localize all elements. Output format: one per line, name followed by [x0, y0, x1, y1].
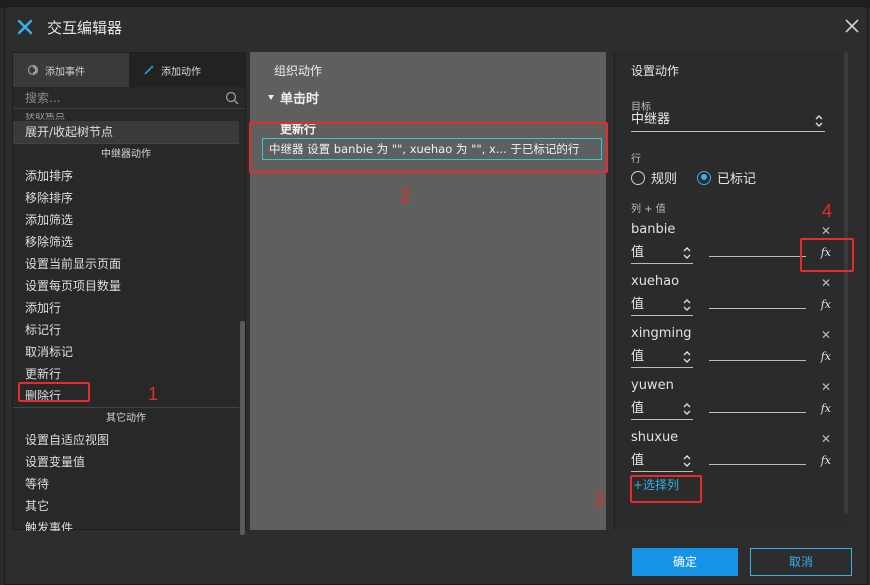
remove-column-icon[interactable]: ✕	[821, 276, 831, 290]
action-list: 获取焦点 展开/收起树节点 中继器动作 添加排序 移除排序 添加筛选 移除筛选 …	[13, 113, 239, 531]
list-item-get-focus[interactable]: 获取焦点	[13, 113, 239, 121]
chevron-updown-icon	[683, 247, 691, 259]
title-bar: 交互编辑器	[5, 7, 867, 47]
remove-column-icon[interactable]: ✕	[821, 380, 831, 394]
column-name: banbie	[631, 222, 676, 237]
annotation-number-1: 1	[148, 384, 159, 404]
value-type-label: 值	[631, 401, 645, 416]
list-item-set-variable-value[interactable]: 设置变量值	[13, 451, 239, 473]
list-item-expand-collapse-tree[interactable]: 展开/收起树节点	[13, 121, 239, 143]
fx-function-icon[interactable]: fx	[821, 454, 831, 467]
annotation-number-2: 2	[400, 186, 411, 206]
list-item-add-sort[interactable]: 添加排序	[13, 165, 239, 187]
organize-actions-header: 组织动作	[274, 64, 323, 78]
remove-column-icon[interactable]: ✕	[821, 432, 831, 446]
search-bar	[13, 87, 245, 109]
right-scrollbar[interactable]	[844, 52, 848, 514]
case-on-click[interactable]: 单击时	[268, 88, 319, 107]
radio-marked-label: 已标记	[717, 172, 757, 187]
close-icon[interactable]	[843, 17, 861, 35]
library-tabs: 添加事件 添加动作	[13, 53, 245, 87]
value-input[interactable]	[709, 308, 806, 309]
radio-rule-label: 规则	[651, 172, 678, 187]
row-label: 行	[631, 154, 641, 165]
list-item-add-rows[interactable]: 添加行	[13, 297, 239, 319]
column-row-yuwen: yuwen ✕ 值 fx	[631, 378, 831, 430]
column-name: xingming	[631, 326, 692, 341]
fx-function-icon[interactable]: fx	[821, 402, 831, 415]
value-type-label: 值	[631, 453, 645, 468]
section-repeater-actions: 中继器动作	[13, 143, 239, 165]
search-input[interactable]	[25, 90, 215, 105]
list-item-unmark-rows[interactable]: 取消标记	[13, 341, 239, 363]
value-input[interactable]	[709, 412, 806, 413]
row-radio-group: 规则 已标记	[631, 168, 776, 187]
value-type-select[interactable]: 值	[631, 400, 693, 420]
target-select[interactable]: 中继器	[631, 110, 825, 132]
list-item-other[interactable]: 其它	[13, 495, 239, 517]
ok-button[interactable]: 确定	[632, 548, 738, 576]
list-item-add-filter[interactable]: 添加筛选	[13, 209, 239, 231]
annotation-box-4	[800, 238, 854, 272]
axure-logo-icon	[17, 19, 33, 35]
annotation-number-4: 4	[822, 201, 833, 221]
value-type-label: 值	[631, 245, 645, 260]
annotation-box-3	[630, 475, 702, 503]
chevron-updown-icon	[683, 351, 691, 363]
value-input[interactable]	[709, 256, 806, 257]
annotation-box-2	[249, 122, 608, 173]
column-row-xuehao: xuehao ✕ 值 fx	[631, 274, 831, 326]
fx-function-icon[interactable]: fx	[821, 298, 831, 311]
target-value: 中继器	[631, 112, 671, 127]
value-type-select[interactable]: 值	[631, 348, 693, 368]
remove-column-icon[interactable]: ✕	[821, 224, 831, 238]
action-library-panel: 添加事件 添加动作 获取焦点 展开/收起树节点 中继器动作 添加排序 移除排序 …	[12, 52, 246, 535]
list-item-remove-filter[interactable]: 移除筛选	[13, 231, 239, 253]
collapse-triangle-icon	[268, 95, 274, 100]
window-title: 交互编辑器	[47, 18, 123, 37]
configure-action-header: 设置动作	[631, 64, 680, 78]
case-label: 单击时	[280, 92, 320, 107]
chevron-updown-icon	[683, 299, 691, 311]
radio-rule[interactable]	[631, 170, 645, 185]
column-row-xingming: xingming ✕ 值 fx	[631, 326, 831, 378]
column-name: yuwen	[631, 378, 674, 393]
list-item-set-adaptive-view[interactable]: 设置自适应视图	[13, 429, 239, 451]
value-type-label: 值	[631, 349, 645, 364]
list-item-set-current-page[interactable]: 设置当前显示页面	[13, 253, 239, 275]
columns-values-label: 列 + 值	[631, 204, 666, 215]
configure-action-panel: 设置动作 目标 中继器 行 规则 已标记 列 + 值 banbie ✕ 值 fx…	[614, 52, 848, 530]
list-item-fire-event[interactable]: 触发事件	[13, 517, 239, 531]
tab-add-action-label: 添加动作	[161, 66, 201, 78]
chevron-updown-icon	[683, 403, 691, 415]
search-icon[interactable]	[225, 91, 239, 105]
value-type-select[interactable]: 值	[631, 452, 693, 472]
list-item-set-items-per-page[interactable]: 设置每页项目数量	[13, 275, 239, 297]
value-input[interactable]	[709, 360, 806, 361]
value-type-select[interactable]: 值	[631, 244, 693, 264]
chevron-updown-icon	[815, 115, 823, 127]
remove-column-icon[interactable]: ✕	[821, 328, 831, 342]
event-icon	[27, 64, 39, 76]
tab-add-event-label: 添加事件	[45, 66, 85, 78]
value-type-label: 值	[631, 297, 645, 312]
column-name: xuehao	[631, 274, 680, 289]
tab-add-event[interactable]: 添加事件	[13, 53, 129, 87]
value-type-select[interactable]: 值	[631, 296, 693, 316]
cancel-button[interactable]: 取消	[750, 548, 852, 576]
magic-wand-icon	[144, 65, 154, 75]
list-item-mark-rows[interactable]: 标记行	[13, 319, 239, 341]
chevron-updown-icon	[683, 455, 691, 467]
annotation-number-3: 3	[594, 490, 605, 510]
value-input[interactable]	[709, 464, 806, 465]
section-other-actions: 其它动作	[13, 407, 239, 429]
list-item-remove-sort[interactable]: 移除排序	[13, 187, 239, 209]
column-name: shuxue	[631, 430, 679, 445]
list-item-wait[interactable]: 等待	[13, 473, 239, 495]
tab-add-action[interactable]: 添加动作	[129, 53, 245, 87]
fx-function-icon[interactable]: fx	[821, 350, 831, 363]
annotation-box-1	[18, 382, 90, 402]
radio-marked[interactable]	[697, 170, 712, 185]
left-scrollbar[interactable]	[240, 321, 245, 535]
